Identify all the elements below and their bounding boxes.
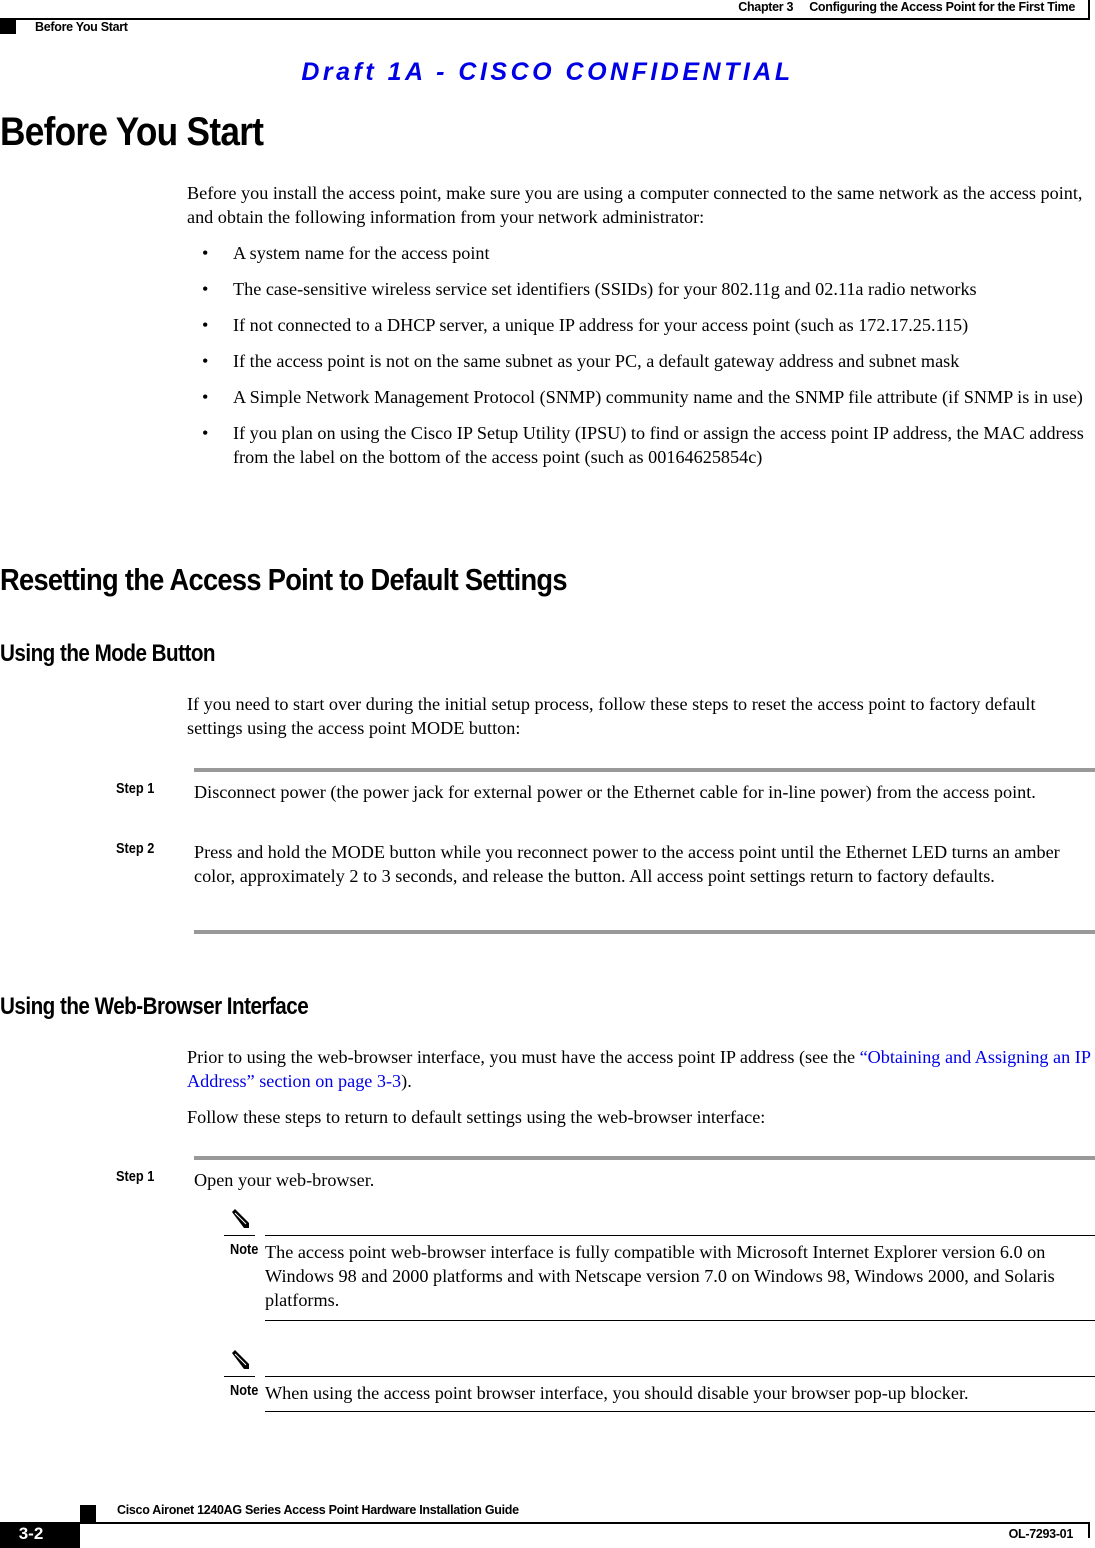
note-top-rule	[265, 1376, 1095, 1377]
steps-bottom-rule	[194, 930, 1095, 934]
heading-mode-button: Using the Mode Button	[0, 640, 216, 667]
document-number: OL-7293-01	[1008, 1527, 1074, 1541]
heading-resetting: Resetting the Access Point to Default Se…	[0, 562, 568, 597]
footer-rule	[0, 1522, 1090, 1524]
list-item: • The case-sensitive wireless service set…	[202, 279, 977, 299]
chapter-label: Chapter 3	[738, 0, 794, 14]
before-you-start-intro: Before you install the access point, mak…	[187, 183, 1083, 227]
step-label: Step 1	[116, 781, 155, 797]
bullet-icon: •	[202, 423, 209, 443]
step-text: Disconnect power (the power jack for ext…	[194, 782, 1036, 802]
chapter-title: Configuring the Access Point for the Fir…	[809, 0, 1075, 14]
list-item: • If you plan on using the Cisco IP Setup…	[202, 423, 1084, 467]
bullet-icon: •	[202, 315, 209, 335]
pencil-note-icon	[232, 1209, 249, 1228]
note-icon-rule	[224, 1376, 255, 1377]
header-rule	[0, 18, 1090, 20]
note-label: Note	[230, 1383, 259, 1399]
step-text: Press and hold the MODE button while you…	[194, 842, 1060, 886]
chapter-heading: Chapter 3 Configuring the Access Point fo…	[738, 0, 1075, 14]
web-browser-follow: Follow these steps to return to default …	[187, 1107, 766, 1127]
web-browser-intro: Prior to using the web-browser interface…	[187, 1047, 1091, 1091]
heading-before-you-start: Before You Start	[0, 110, 264, 154]
footer-guide-title: Cisco Aironet 1240AG Series Access Point…	[117, 1503, 519, 1517]
bullet-icon: •	[202, 387, 209, 407]
header-section-marker	[0, 19, 16, 34]
mode-button-intro: If you need to start over during the ini…	[187, 694, 1036, 738]
note-text: When using the access point browser inte…	[265, 1383, 969, 1403]
web-steps-top-rule	[194, 1156, 1095, 1160]
bullet-icon: •	[202, 351, 209, 371]
list-item: • If not connected to a DHCP server, a un…	[202, 315, 969, 335]
bullet-icon: •	[202, 279, 209, 299]
list-item: • A system name for the access point	[202, 243, 490, 263]
steps-top-rule	[194, 768, 1095, 772]
footer-right-bar	[1088, 1522, 1090, 1538]
header-section: Before You Start	[35, 20, 128, 34]
footer-marker	[80, 1505, 96, 1522]
requirements-list: • A system name for the access point • The…	[187, 241, 1095, 481]
note-icon-rule	[224, 1235, 255, 1236]
note-top-rule	[265, 1235, 1095, 1236]
page-number: 3-2	[18, 1524, 44, 1543]
step-text: Open your web-browser.	[194, 1170, 375, 1190]
note-label: Note	[230, 1242, 259, 1258]
step-label: Step 2	[116, 841, 155, 857]
header-right-bar	[1088, 0, 1090, 19]
note-text: The access point web-browser interface i…	[265, 1242, 1055, 1310]
heading-web-browser: Using the Web-Browser Interface	[0, 993, 309, 1020]
note-bottom-rule	[265, 1411, 1095, 1412]
bullet-icon: •	[202, 243, 209, 263]
note-bottom-rule	[265, 1320, 1095, 1321]
list-item: • A Simple Network Management Protocol (S…	[202, 387, 1083, 407]
list-item: • If the access point is not on the same …	[202, 351, 960, 371]
step-label: Step 1	[116, 1169, 155, 1185]
pencil-note-icon	[232, 1350, 249, 1369]
confidential-watermark: Draft 1A - CISCO CONFIDENTIAL	[301, 58, 794, 86]
